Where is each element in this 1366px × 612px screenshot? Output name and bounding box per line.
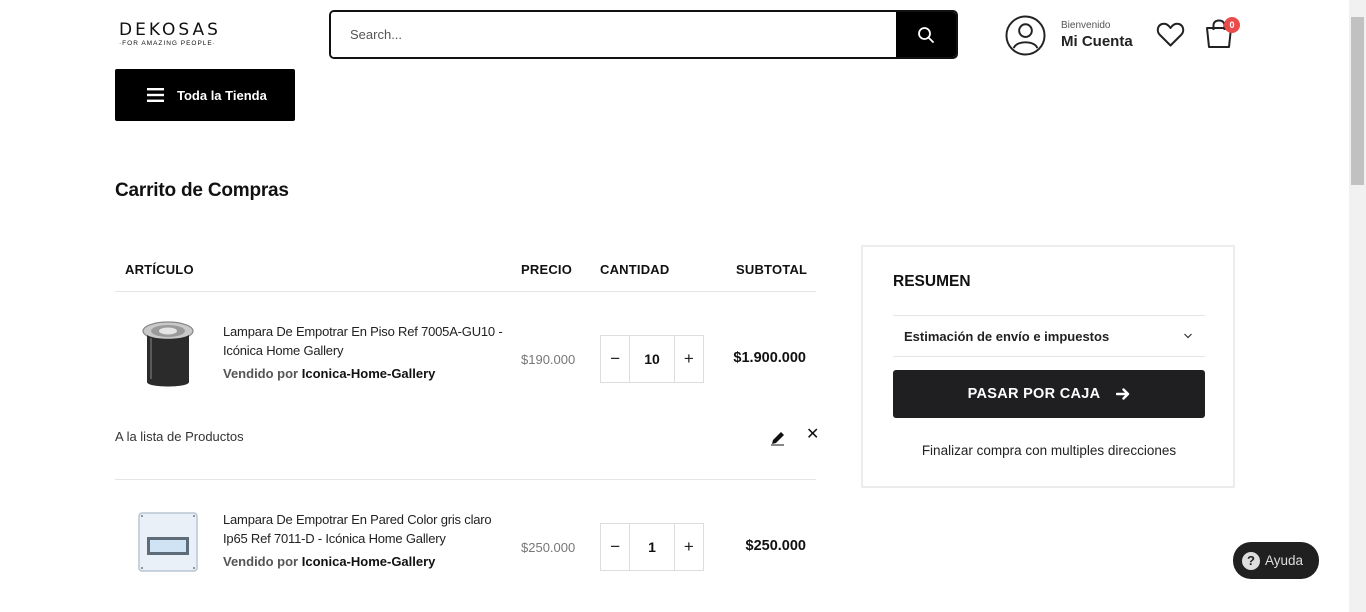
multi-address-checkout-link[interactable]: Finalizar compra con multiples direccion… [893, 443, 1205, 458]
divider [115, 479, 816, 480]
quantity-stepper: − 1 + [600, 523, 704, 571]
arrow-right-icon [1116, 388, 1130, 400]
seller-prefix: Vendido por [223, 366, 299, 381]
quantity-input[interactable]: 1 [629, 524, 675, 570]
question-icon: ? [1242, 551, 1260, 570]
product-subtotal: $1.900.000 [733, 350, 806, 366]
account-link[interactable]: Bienvenido Mi Cuenta [1005, 14, 1133, 56]
cart-count-badge: 0 [1224, 17, 1240, 33]
help-label: Ayuda [1265, 553, 1304, 568]
logo-text: DEKOSAS [119, 20, 221, 40]
seller-prefix: Vendido por [223, 554, 299, 569]
seller-link[interactable]: Iconica-Home-Gallery [302, 366, 436, 381]
account-text: Bienvenido Mi Cuenta [1061, 20, 1133, 51]
divider [893, 356, 1205, 357]
scrollbar[interactable] [1349, 0, 1366, 612]
product-price: $250.000 [521, 540, 576, 555]
pencil-icon[interactable] [770, 430, 786, 446]
header-qty: CANTIDAD [600, 262, 670, 277]
plus-icon[interactable]: + [675, 336, 703, 382]
plus-icon[interactable]: + [675, 524, 703, 570]
close-icon[interactable]: ✕ [806, 427, 819, 443]
seller-info: Vendido por Iconica-Home-Gallery [223, 366, 435, 381]
product-image[interactable] [137, 507, 199, 579]
header-price: PRECIO [521, 262, 573, 277]
user-icon [1005, 14, 1046, 56]
account-label: Mi Cuenta [1061, 32, 1133, 50]
move-to-list-link[interactable]: A la lista de Productos [115, 429, 244, 444]
search-bar [329, 10, 958, 59]
checkout-button[interactable]: PASAR POR CAJA [893, 370, 1205, 418]
site-header: DEKOSAS ·FOR AMAZING PEOPLE· Bienvenido … [0, 0, 1349, 70]
shipping-estimate-toggle[interactable]: Estimación de envío e impuestos [893, 316, 1205, 356]
minus-icon[interactable]: − [601, 524, 629, 570]
shipping-estimate-label: Estimación de envío e impuestos [904, 328, 1110, 344]
seller-info: Vendido por Iconica-Home-Gallery [223, 554, 435, 569]
header-subtotal: SUBTOTAL [736, 262, 808, 277]
quantity-input[interactable]: 10 [629, 336, 675, 382]
seller-link[interactable]: Iconica-Home-Gallery [302, 554, 436, 569]
product-name[interactable]: Lampara De Empotrar En Pared Color gris … [223, 510, 503, 548]
welcome-text: Bienvenido [1061, 19, 1111, 31]
scrollbar-thumb[interactable] [1351, 17, 1364, 185]
search-button[interactable] [896, 12, 956, 57]
page-title: Carrito de Compras [115, 180, 289, 201]
divider [115, 291, 816, 292]
search-input[interactable] [331, 12, 896, 57]
product-name[interactable]: Lampara De Empotrar En Piso Ref 7005A-GU… [223, 322, 503, 360]
store-button-label: Toda la Tienda [177, 87, 267, 103]
product-price: $190.000 [521, 352, 576, 367]
order-summary: RESUMEN Estimación de envío e impuestos … [861, 245, 1235, 488]
heart-icon[interactable] [1156, 21, 1185, 48]
all-store-menu-button[interactable]: Toda la Tienda [115, 69, 295, 121]
search-icon [918, 26, 934, 43]
logo-tagline: ·FOR AMAZING PEOPLE· [119, 40, 216, 47]
help-button[interactable]: ? Ayuda [1233, 542, 1319, 579]
quantity-stepper: − 10 + [600, 335, 704, 383]
summary-title: RESUMEN [893, 273, 971, 290]
product-image[interactable] [137, 319, 199, 391]
minus-icon[interactable]: − [601, 336, 629, 382]
checkout-label: PASAR POR CAJA [967, 386, 1101, 402]
logo[interactable]: DEKOSAS ·FOR AMAZING PEOPLE· [119, 20, 234, 50]
menu-icon [147, 88, 164, 102]
product-subtotal: $250.000 [745, 538, 806, 554]
chevron-down-icon [1184, 333, 1192, 339]
header-item: ARTÍCULO [125, 262, 194, 277]
